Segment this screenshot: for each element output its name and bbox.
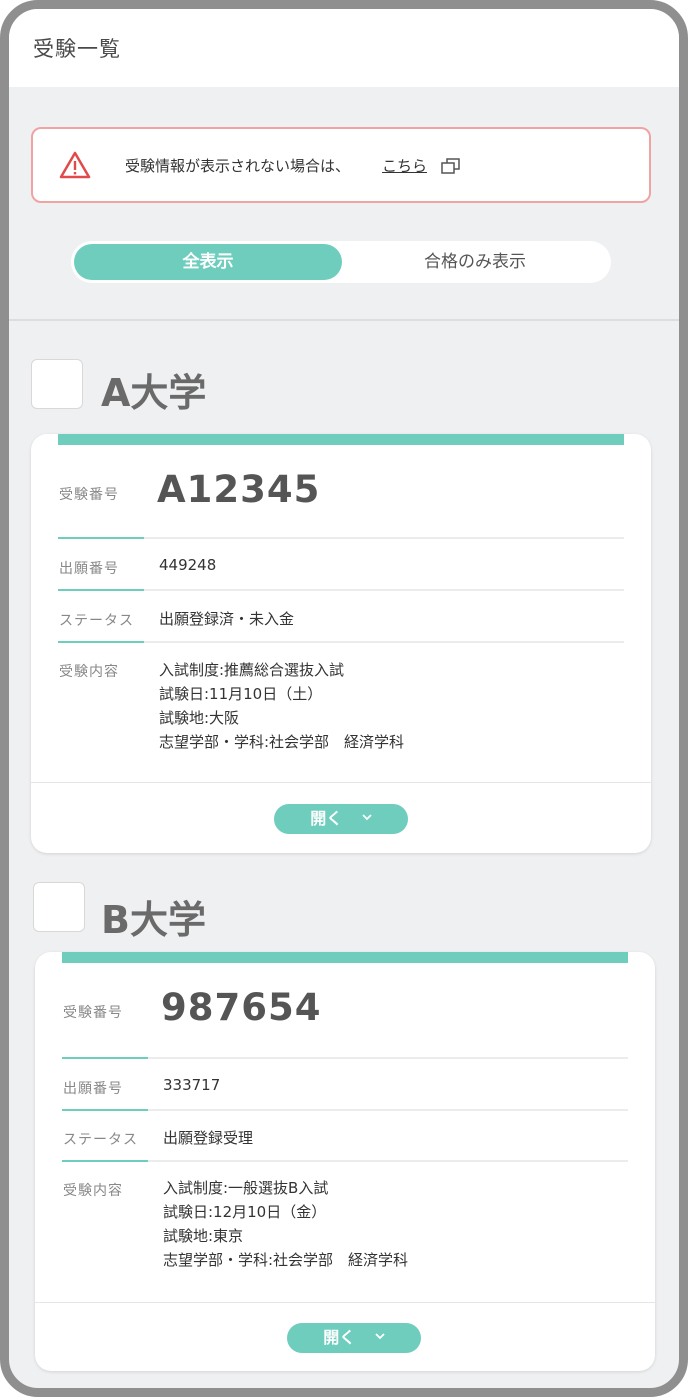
open-button-label: 開く [323,1328,356,1347]
exam-details: 入試制度:推薦総合選抜入試 試験日:11月10日（土） 試験地:大阪 志望学部・… [159,658,404,754]
open-button[interactable]: 開く [287,1323,421,1353]
filter-all-tab[interactable]: 全表示 [74,244,342,280]
university-b-title: B大学 [101,898,206,942]
detail-line: 志望学部・学科:社会学部 経済学科 [163,1251,409,1269]
filter-toggle: 全表示 合格のみ表示 [71,241,611,283]
university-b-checkbox[interactable] [33,882,85,932]
external-window-icon[interactable] [441,157,461,175]
detail-line: 試験地:東京 [163,1227,244,1245]
university-a-title: A大学 [101,371,207,415]
filter-passed-tab[interactable]: 合格のみ表示 [342,244,608,280]
status-value: 出願登録受理 [163,1129,254,1147]
exam-details-label: 受験内容 [63,1183,123,1199]
application-number-value: 333717 [163,1076,221,1094]
alert-link[interactable]: こちら [382,155,427,176]
card-footer-separator [35,1302,655,1303]
exam-number-value: 987654 [161,986,322,1029]
exam-card-a: 受験番号 A12345 出願番号 449248 ステータス 出願登録済・未入金 … [31,434,651,853]
row-separator-accent [58,537,144,539]
status-value: 出願登録済・未入金 [159,610,295,628]
section-divider [9,319,679,321]
header: 受験一覧 [9,9,679,87]
warning-triangle-icon [59,151,91,179]
exam-number-label: 受験番号 [59,487,119,503]
detail-line: 入試制度:一般選抜B入試 [163,1179,329,1197]
open-button-label: 開く [310,809,343,828]
row-separator-accent [62,1057,148,1059]
detail-line: 試験日:11月10日（土） [159,685,323,703]
application-number-value: 449248 [159,556,217,574]
university-a-checkbox[interactable] [31,359,83,409]
row-separator-accent [62,1109,148,1111]
status-label: ステータス [63,1132,138,1148]
exam-details: 入試制度:一般選抜B入試 試験日:12月10日（金） 試験地:東京 志望学部・学… [163,1176,408,1272]
row-separator-accent [58,641,144,643]
status-label: ステータス [59,613,134,629]
row-separator-accent [62,1160,148,1162]
detail-line: 試験日:12月10日（金） [163,1203,327,1221]
card-accent-bar [58,434,624,445]
card-footer-separator [31,782,651,783]
exam-number-value: A12345 [157,468,321,511]
open-button[interactable]: 開く [274,804,408,834]
card-accent-bar [62,952,628,963]
detail-line: 試験地:大阪 [159,709,240,727]
exam-card-b: 受験番号 987654 出願番号 333717 ステータス 出願登録受理 受験内… [35,952,655,1371]
exam-number-label: 受験番号 [63,1005,123,1021]
exam-details-label: 受験内容 [59,664,119,680]
alert-message: 受験情報が表示されない場合は、 [125,157,351,175]
chevron-down-icon [362,814,372,821]
row-separator-accent [58,589,144,591]
detail-line: 入試制度:推薦総合選抜入試 [159,661,345,679]
application-number-label: 出願番号 [63,1081,123,1097]
app-frame: 受験一覧 受験情報が表示されない場合は、 こちら 全表示 合格のみ表示 A大学 … [0,0,688,1397]
chevron-down-icon [375,1333,385,1340]
alert-banner: 受験情報が表示されない場合は、 こちら [31,127,651,203]
application-number-label: 出願番号 [59,561,119,577]
page-title: 受験一覧 [33,37,121,61]
detail-line: 志望学部・学科:社会学部 経済学科 [159,733,405,751]
